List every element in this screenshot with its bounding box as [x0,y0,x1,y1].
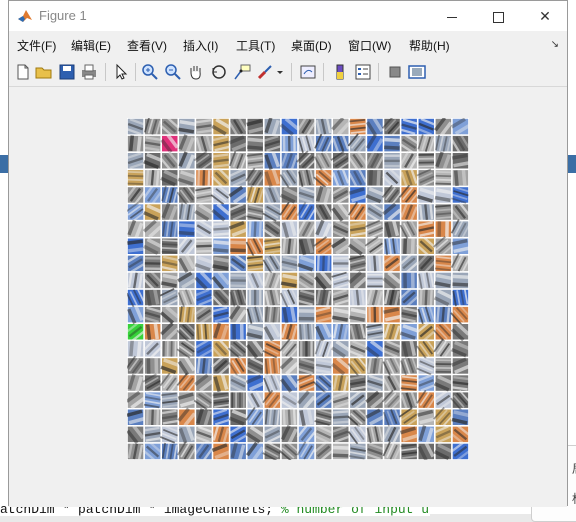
menu-bar: 文件(F) 编辑(E) 查看(V) 插入(I) 工具(T) 桌面(D) 窗口(W… [9,31,567,57]
data-cursor-icon[interactable] [232,62,252,82]
new-figure-icon[interactable] [13,62,33,82]
insert-legend-icon[interactable] [353,62,373,82]
close-button[interactable]: ✕ [522,1,568,31]
zoom-in-icon[interactable] [140,62,160,82]
minimize-icon [447,16,457,18]
rotate-3d-icon[interactable] [209,62,229,82]
show-plot-tools-icon[interactable] [407,62,427,82]
toolbar-separator [105,63,106,81]
save-icon[interactable] [57,62,77,82]
menu-insert[interactable]: 插入(I) [183,37,218,54]
hide-plot-tools-icon[interactable] [385,62,405,82]
menu-tools[interactable]: 工具(T) [236,37,275,54]
menu-file[interactable]: 文件(F) [17,37,56,54]
figure-toolbar [9,58,567,87]
link-plot-icon[interactable] [298,62,318,82]
brush-icon[interactable] [255,62,275,82]
filter-mosaic-image [127,118,469,460]
select-arrow-icon[interactable] [111,62,131,82]
maximize-button[interactable] [475,1,521,31]
minimize-button[interactable] [429,1,475,31]
print-icon[interactable] [79,62,99,82]
maximize-icon [492,11,504,23]
menu-view[interactable]: 查看(V) [127,37,167,54]
menu-window[interactable]: 窗口(W) [348,37,391,54]
dock-arrow-icon[interactable]: ↘ [551,39,559,50]
toolbar-separator [323,63,324,81]
title-bar[interactable]: Figure 1 ✕ [9,1,567,31]
menu-desktop[interactable]: 桌面(D) [291,37,332,54]
menu-help[interactable]: 帮助(H) [409,37,450,54]
toolbar-separator [135,63,136,81]
filter-mosaic-svg [127,118,469,460]
open-file-icon[interactable] [34,62,54,82]
menu-edit[interactable]: 编辑(E) [71,37,111,54]
plot-area[interactable] [9,87,567,507]
toolbar-separator [378,63,379,81]
toolbar-separator [291,63,292,81]
brush-dropdown-icon[interactable] [275,62,285,82]
zoom-out-icon[interactable] [163,62,183,82]
pan-hand-icon[interactable] [186,62,206,82]
window-title: Figure 1 [39,8,87,23]
popup-text-2: 标 [572,490,576,507]
close-icon: ✕ [539,8,551,24]
matlab-logo-icon [18,10,32,22]
insert-colorbar-icon[interactable] [330,62,350,82]
popup-text: 局 [572,460,576,477]
figure-window: Figure 1 ✕ 文件(F) 编辑(E) 查看(V) 插入(I) 工具(T)… [8,0,568,507]
